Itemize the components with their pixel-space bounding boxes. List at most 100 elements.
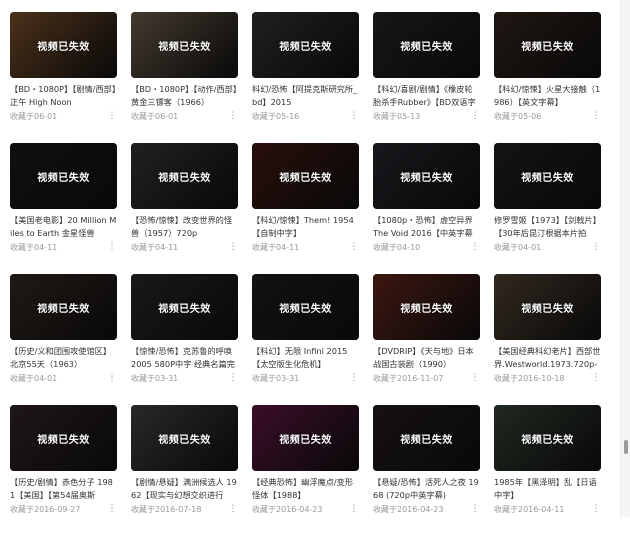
video-thumbnail[interactable]: 视频已失效 [131, 405, 238, 471]
video-card[interactable]: 视频已失效 【剧情/悬疑】满洲候选人 1962【现实与幻想交织进行 收藏于2016-… [131, 405, 238, 536]
video-title[interactable]: 【科幻/惊悚】火星大接触（1986）【英文字幕】 [494, 83, 601, 109]
video-card[interactable]: 视频已失效 【BD・1080P】【剧情/西部】正午 High Noon 收藏于06-… [10, 12, 117, 143]
video-thumbnail[interactable]: 视频已失效 [373, 12, 480, 78]
video-thumbnail[interactable]: 视频已失效 [494, 12, 601, 78]
video-title[interactable]: 【恐怖/惊悚】改变世界的怪兽（1957）720p [131, 214, 238, 240]
video-card[interactable]: 视频已失效 【经典恐怖】幽浮魔点/变形怪体【1988】 收藏于2016-04-23 ⋮ [252, 405, 359, 536]
video-title[interactable]: 【BD・1080P】【动作/西部】黄金三镖客（1966） [131, 83, 238, 109]
more-options-icon[interactable]: ⋮ [349, 505, 359, 514]
invalid-label: 视频已失效 [279, 434, 332, 446]
video-thumbnail[interactable]: 视频已失效 [10, 143, 117, 209]
invalid-overlay: 视频已失效 [10, 405, 117, 471]
more-options-icon[interactable]: ⋮ [349, 374, 359, 383]
more-options-icon[interactable]: ⋮ [470, 505, 480, 514]
video-title[interactable]: 【历史/义和团围攻使馆区】北京55天（1963） [10, 345, 117, 371]
more-options-icon[interactable]: ⋮ [470, 374, 480, 383]
video-card[interactable]: 视频已失效 修罗雪姬【1973】【剑戟片】【30年后昆汀根据本片拍 收藏于04-01… [494, 143, 601, 274]
invalid-overlay: 视频已失效 [373, 12, 480, 78]
video-card[interactable]: 视频已失效 【科幻/喜剧/剧情】《橡皮轮胎杀手Rubber》【BD双语字 收藏于05… [373, 12, 480, 143]
video-card[interactable]: 视频已失效【美国经典科幻老片】西部世界.Westworld.1973.720p-… [494, 274, 601, 405]
video-card[interactable]: 视频已失效 【惊悚/恐怖】克苏鲁的呼唤 2005 580P中字 经典名篇完 收藏于0… [131, 274, 238, 405]
invalid-overlay: 视频已失效 [131, 274, 238, 340]
video-title[interactable]: 【经典恐怖】幽浮魔点/变形怪体【1988】 [252, 476, 359, 502]
video-card[interactable]: 视频已失效【历史/义和团围攻使馆区】北京55天（1963） 收藏于04-01 ⋮ [10, 274, 117, 405]
video-grid: 视频已失效 【BD・1080P】【剧情/西部】正午 High Noon 收藏于06-… [10, 12, 601, 536]
invalid-label: 视频已失效 [279, 303, 332, 315]
invalid-label: 视频已失效 [158, 41, 211, 53]
video-meta: 收藏于2016-04-23 ⋮ [373, 503, 480, 515]
more-options-icon[interactable]: ⋮ [591, 374, 601, 383]
invalid-label: 视频已失效 [158, 172, 211, 184]
more-options-icon[interactable]: ⋮ [349, 243, 359, 252]
video-card[interactable]: 视频已失效 【科幻】无限 Infini 2015【太空版生化危机】 收藏于03-31… [252, 274, 359, 405]
video-card[interactable]: 视频已失效 【恐怖/惊悚】改变世界的怪兽（1957）720p 收藏于04-11 ⋮ [131, 143, 238, 274]
video-title[interactable]: 修罗雪姬【1973】【剑戟片】【30年后昆汀根据本片拍 [494, 214, 601, 240]
video-card[interactable]: 视频已失效 【1080p・恐怖】虚空异界 The Void 2016【中英字幕 收藏… [373, 143, 480, 274]
invalid-overlay: 视频已失效 [252, 12, 359, 78]
more-options-icon[interactable]: ⋮ [107, 243, 117, 252]
invalid-overlay: 视频已失效 [10, 12, 117, 78]
video-card[interactable]: 视频已失效 【历史/剧情】赤色分子 1981【美国】【第54届奥斯 收藏于2016-… [10, 405, 117, 536]
video-card[interactable]: 视频已失效 【科幻/惊悚】Them! 1954【自制中字】 收藏于04-11 ⋮ [252, 143, 359, 274]
video-title[interactable]: 【惊悚/恐怖】克苏鲁的呼唤 2005 580P中字 经典名篇完 [131, 345, 238, 371]
scrollbar[interactable] [620, 0, 630, 517]
scrollbar-thumb[interactable] [624, 440, 628, 454]
video-thumbnail[interactable]: 视频已失效 [373, 143, 480, 209]
video-title[interactable]: 【科幻/喜剧/剧情】《橡皮轮胎杀手Rubber》【BD双语字 [373, 83, 480, 109]
video-card[interactable]: 视频已失效 【BD・1080P】【动作/西部】黄金三镖客（1966） 收藏于06-0… [131, 12, 238, 143]
video-title[interactable]: 【剧情/悬疑】满洲候选人 1962【现实与幻想交织进行 [131, 476, 238, 502]
video-thumbnail[interactable]: 视频已失效 [10, 12, 117, 78]
video-thumbnail[interactable]: 视频已失效 [252, 405, 359, 471]
more-options-icon[interactable]: ⋮ [228, 374, 238, 383]
more-options-icon[interactable]: ⋮ [228, 243, 238, 252]
invalid-overlay: 视频已失效 [494, 12, 601, 78]
more-options-icon[interactable]: ⋮ [470, 243, 480, 252]
video-thumbnail[interactable]: 视频已失效 [10, 405, 117, 471]
video-title[interactable]: 【科幻】无限 Infini 2015【太空版生化危机】 [252, 345, 359, 371]
more-options-icon[interactable]: ⋮ [107, 374, 117, 383]
video-card[interactable]: 视频已失效 【DVDRIP】《天与地》日本战国古装剧（1990） 收藏于2016-1… [373, 274, 480, 405]
video-card[interactable]: 视频已失效 【科幻/惊悚】火星大接触（1986）【英文字幕】 收藏于05-06 ⋮ [494, 12, 601, 143]
video-title[interactable]: 【悬疑/恐怖】活死人之夜 1968 (720p中英字幕) [373, 476, 480, 502]
video-thumbnail[interactable]: 视频已失效 [10, 274, 117, 340]
video-thumbnail[interactable]: 视频已失效 [252, 12, 359, 78]
video-title[interactable]: 【美国经典科幻老片】西部世界.Westworld.1973.720p- [494, 345, 601, 371]
video-title[interactable]: 【美国老电影】20 Million Miles to Earth 金星怪兽 [10, 214, 117, 240]
more-options-icon[interactable]: ⋮ [591, 243, 601, 252]
video-title[interactable]: 【科幻/惊悚】Them! 1954【自制中字】 [252, 214, 359, 240]
more-options-icon[interactable]: ⋮ [470, 112, 480, 121]
video-thumbnail[interactable]: 视频已失效 [373, 274, 480, 340]
more-options-icon[interactable]: ⋮ [591, 505, 601, 514]
video-thumbnail[interactable]: 视频已失效 [494, 143, 601, 209]
more-options-icon[interactable]: ⋮ [591, 112, 601, 121]
video-thumbnail[interactable]: 视频已失效 [252, 143, 359, 209]
video-thumbnail[interactable]: 视频已失效 [252, 274, 359, 340]
invalid-label: 视频已失效 [400, 434, 453, 446]
video-thumbnail[interactable]: 视频已失效 [373, 405, 480, 471]
invalid-label: 视频已失效 [37, 434, 90, 446]
invalid-label: 视频已失效 [158, 303, 211, 315]
video-title[interactable]: 【历史/剧情】赤色分子 1981【美国】【第54届奥斯 [10, 476, 117, 502]
video-title[interactable]: 【BD・1080P】【剧情/西部】正午 High Noon [10, 83, 117, 109]
video-thumbnail[interactable]: 视频已失效 [494, 405, 601, 471]
video-thumbnail[interactable]: 视频已失效 [131, 274, 238, 340]
video-thumbnail[interactable]: 视频已失效 [494, 274, 601, 340]
video-title[interactable]: 【DVDRIP】《天与地》日本战国古装剧（1990） [373, 345, 480, 371]
favorite-date: 收藏于04-01 [10, 373, 58, 383]
video-title[interactable]: 科幻/恐怖【阿提克斯研究所_bd】2015 [252, 83, 359, 109]
invalid-label: 视频已失效 [521, 41, 574, 53]
more-options-icon[interactable]: ⋮ [107, 112, 117, 121]
video-card[interactable]: 视频已失效 1985年【黑泽明】乱【日语中字】 收藏于2016-04-11 ⋮ [494, 405, 601, 536]
video-thumbnail[interactable]: 视频已失效 [131, 143, 238, 209]
video-card[interactable]: 视频已失效 科幻/恐怖【阿提克斯研究所_bd】2015 收藏于05-16 ⋮ [252, 12, 359, 143]
video-card[interactable]: 视频已失效【悬疑/恐怖】活死人之夜 1968 (720p中英字幕) 收藏于2016… [373, 405, 480, 536]
more-options-icon[interactable]: ⋮ [228, 112, 238, 121]
video-card[interactable]: 视频已失效【美国老电影】20 Million Miles to Earth 金星… [10, 143, 117, 274]
favorite-date: 收藏于04-11 [10, 242, 58, 252]
video-title[interactable]: 【1080p・恐怖】虚空异界 The Void 2016【中英字幕 [373, 214, 480, 240]
video-thumbnail[interactable]: 视频已失效 [131, 12, 238, 78]
more-options-icon[interactable]: ⋮ [349, 112, 359, 121]
more-options-icon[interactable]: ⋮ [107, 505, 117, 514]
video-title[interactable]: 1985年【黑泽明】乱【日语中字】 [494, 476, 601, 502]
more-options-icon[interactable]: ⋮ [228, 505, 238, 514]
